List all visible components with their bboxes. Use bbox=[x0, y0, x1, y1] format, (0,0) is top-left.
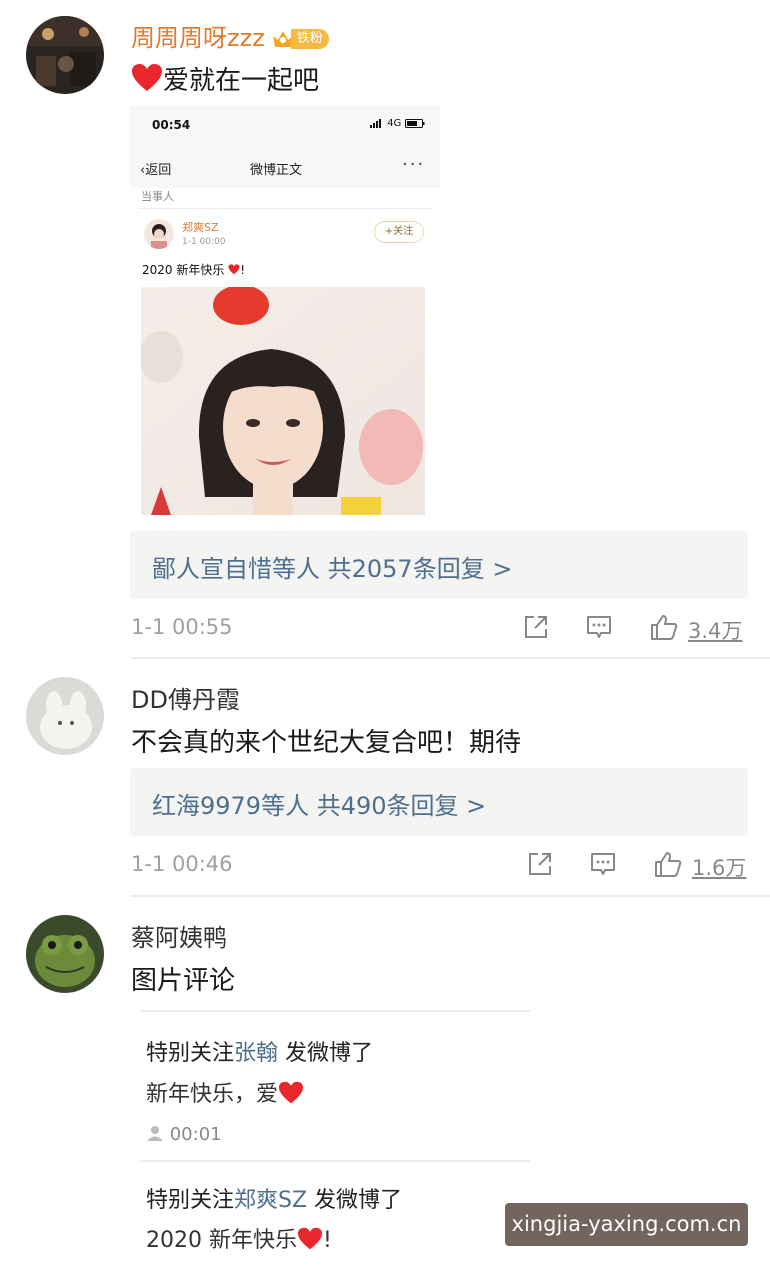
comment-icon[interactable] bbox=[589, 850, 617, 878]
quote-header: 特别关注张翰 发微博了 bbox=[146, 1035, 373, 1067]
battery-icon bbox=[404, 118, 424, 128]
embed-nav-title: 微博正文 bbox=[250, 163, 303, 178]
embed-status-bar: 00:54 4G bbox=[130, 106, 440, 148]
quote-body: 2020 新年快乐! bbox=[146, 1222, 332, 1254]
avatar[interactable] bbox=[26, 677, 104, 755]
username-text[interactable]: 周周周呀zzz bbox=[131, 24, 265, 52]
reply-summary-text[interactable]: 红海9979等人 共490条回复 > bbox=[152, 786, 486, 821]
embed-post-card: 郑爽SZ 1-1 00:00 +关注 2020 新年快乐 ! bbox=[138, 208, 432, 515]
comment-icon[interactable] bbox=[585, 613, 613, 641]
embed-post-date: 1-1 00:00 bbox=[182, 237, 226, 247]
heart-icon bbox=[132, 64, 162, 91]
avatar[interactable] bbox=[26, 915, 104, 993]
comment-username[interactable]: 周周周呀zzz 铁粉 bbox=[131, 18, 329, 53]
embed-post-text-content: 2020 新年快乐 bbox=[142, 263, 225, 277]
quote-prefix: 特别关注 bbox=[146, 1041, 235, 1066]
like-icon[interactable] bbox=[650, 613, 678, 641]
embed-follow-button: +关注 bbox=[374, 221, 424, 243]
quote-suffix: 发微博了 bbox=[278, 1041, 374, 1066]
comment-divider bbox=[131, 895, 770, 897]
comment-divider bbox=[131, 657, 770, 659]
heart-icon bbox=[297, 1227, 322, 1250]
comment-username[interactable]: 蔡阿姨鸭 bbox=[131, 918, 227, 953]
embed-photo bbox=[141, 287, 425, 515]
comment-text: 不会真的来个世纪大复合吧！期待 bbox=[131, 728, 522, 758]
comment-time: 1-1 00:46 bbox=[131, 852, 233, 876]
embed-avatar bbox=[144, 219, 174, 249]
embed-nav-bar: ‹返回 微博正文 ··· bbox=[130, 148, 440, 188]
comment-username[interactable]: DD傅丹霞 bbox=[131, 680, 240, 715]
comment-image[interactable]: 00:54 4G ‹返回 微博正文 ··· 当事人 郑爽SZ 1-1 00:00… bbox=[130, 106, 440, 516]
quote-user-link[interactable]: 郑爽SZ bbox=[234, 1188, 307, 1213]
like-count[interactable]: 3.4万 bbox=[688, 615, 742, 645]
quote-suffix: 发微博了 bbox=[307, 1188, 403, 1213]
like-count[interactable]: 1.6万 bbox=[692, 852, 746, 882]
share-icon[interactable] bbox=[522, 613, 550, 641]
heart-icon bbox=[279, 1081, 304, 1104]
reply-summary-text[interactable]: 鄙人宣自惜等人 共2057条回复 > bbox=[152, 549, 512, 584]
embed-status-time: 00:54 bbox=[152, 118, 191, 132]
comment-text: 爱就在一起吧 bbox=[131, 60, 319, 97]
like-icon[interactable] bbox=[654, 850, 682, 878]
watermark: xingjia-yaxing.com.cn bbox=[505, 1203, 748, 1246]
quote-user-link[interactable]: 张翰 bbox=[234, 1041, 278, 1066]
comment-meta-row: 1-1 00:55 3.4万 bbox=[0, 613, 770, 643]
quote-header: 特别关注郑爽SZ 发微博了 bbox=[146, 1182, 402, 1214]
share-icon[interactable] bbox=[526, 850, 554, 878]
avatar[interactable] bbox=[26, 16, 104, 94]
comment-text: 图片评论 bbox=[131, 966, 236, 996]
embed-network: 4G bbox=[387, 118, 402, 129]
quote-prefix: 特别关注 bbox=[146, 1188, 235, 1213]
quote-body-text: 2020 新年快乐 bbox=[146, 1228, 297, 1253]
embed-post-text-suffix: ! bbox=[240, 263, 245, 277]
embed-signal: 4G bbox=[370, 118, 425, 129]
comment-text-content: 爱就在一起吧 bbox=[163, 66, 320, 96]
reply-summary[interactable]: 红海9979等人 共490条回复 > bbox=[130, 768, 748, 836]
badge-label: 铁粉 bbox=[290, 29, 329, 49]
embed-more-icon: ··· bbox=[402, 154, 426, 175]
comment-time: 1-1 00:55 bbox=[131, 615, 233, 639]
embed-back-label: 返回 bbox=[145, 163, 172, 178]
embed-back: ‹返回 bbox=[140, 163, 172, 178]
fan-badge: 铁粉 bbox=[271, 27, 329, 51]
comment-meta-row: 1-1 00:46 1.6万 bbox=[0, 850, 770, 880]
embed-tag: 当事人 bbox=[141, 190, 174, 203]
quote-divider bbox=[140, 1160, 530, 1162]
signal-icon bbox=[370, 118, 381, 128]
quote-body: 新年快乐，爱 bbox=[146, 1076, 304, 1108]
embed-post-user: 郑爽SZ bbox=[182, 221, 219, 234]
heart-icon bbox=[228, 264, 240, 275]
user-icon bbox=[147, 1126, 163, 1141]
quote-divider bbox=[140, 1010, 530, 1012]
quote-body-suffix: ! bbox=[322, 1228, 332, 1253]
embed-post-text: 2020 新年快乐 ! bbox=[142, 261, 245, 278]
quote-body-text: 新年快乐，爱 bbox=[146, 1082, 279, 1107]
quote-time: 00:01 bbox=[169, 1124, 222, 1145]
reply-summary[interactable]: 鄙人宣自惜等人 共2057条回复 > bbox=[130, 531, 748, 599]
quote-meta: 00:01 bbox=[146, 1124, 222, 1145]
